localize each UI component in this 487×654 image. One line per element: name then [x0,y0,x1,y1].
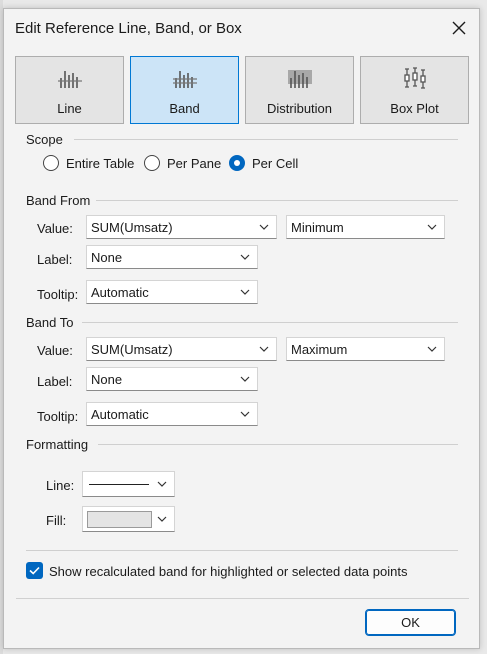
line-style-dropdown[interactable] [82,471,175,497]
type-distribution-button[interactable]: Distribution [245,56,354,124]
scope-per-cell-radio[interactable]: Per Cell [229,154,304,174]
ok-button[interactable]: OK [365,609,456,636]
band-to-divider [82,322,458,323]
scope-per-pane-label: Per Pane [167,156,222,171]
band-to-tooltip-text: Automatic [91,407,149,422]
radio-circle [144,155,160,171]
band-to-tooltip-dropdown[interactable]: Automatic [86,402,258,426]
line-style-preview [89,484,149,485]
footer-divider [16,598,469,599]
fill-color-dropdown[interactable] [82,506,175,532]
type-line-label: Line [57,101,82,116]
band-from-label-label: Label: [37,252,73,267]
title-bar: Edit Reference Line, Band, or Box [4,9,479,49]
dialog-title: Edit Reference Line, Band, or Box [15,20,242,37]
close-button[interactable] [447,16,471,40]
scope-entire-table-radio[interactable]: Entire Table [43,154,138,174]
band-to-aggregation-text: Maximum [291,342,348,357]
scope-divider [74,139,458,140]
chevron-down-icon [240,411,250,417]
chevron-down-icon [259,346,269,352]
band-from-value-dropdown[interactable]: SUM(Umsatz) [86,215,277,239]
band-to-label-text: None [91,372,123,387]
band-to-tooltip-label: Tooltip: [37,409,79,424]
band-from-aggregation-dropdown[interactable]: Minimum [286,215,445,239]
line-chart-icon [57,71,82,88]
formatting-title: Formatting [26,437,89,452]
chevron-down-icon [240,254,250,260]
band-to-value-text: SUM(Umsatz) [91,342,173,357]
chevron-down-icon [427,224,437,230]
box-plot-icon [403,67,426,89]
chevron-down-icon [240,289,250,295]
band-to-label-dropdown[interactable]: None [86,367,258,391]
band-from-label-text: None [91,250,123,265]
radio-circle [43,155,59,171]
band-from-divider [96,200,458,201]
band-to-value-dropdown[interactable]: SUM(Umsatz) [86,337,277,361]
distribution-chart-icon [287,70,312,88]
band-from-label-dropdown[interactable]: None [86,245,258,269]
chevron-down-icon [427,346,437,352]
type-line-button[interactable]: Line [15,56,124,124]
band-to-aggregation-dropdown[interactable]: Maximum [286,337,445,361]
chevron-down-icon [157,516,167,522]
show-recalculated-label: Show recalculated band for highlighted o… [49,564,408,579]
type-box-plot-label: Box Plot [390,101,439,116]
band-to-label-label: Label: [37,374,73,389]
band-from-tooltip-dropdown[interactable]: Automatic [86,280,258,304]
scope-entire-table-label: Entire Table [66,156,135,171]
band-from-value-label: Value: [37,221,73,236]
radio-circle-selected [229,155,245,171]
chevron-down-icon [259,224,269,230]
edit-reference-dialog: Edit Reference Line, Band, or Box Line B… [3,8,480,649]
type-distribution-label: Distribution [266,101,333,116]
type-box-plot-button[interactable]: Box Plot [360,56,469,124]
scope-per-cell-label: Per Cell [252,156,299,171]
checkmark-icon [29,566,40,575]
chevron-down-icon [157,481,167,487]
fill-color-label: Fill: [46,513,67,528]
type-band-label: Band [169,101,200,116]
band-from-value-text: SUM(Umsatz) [91,220,173,235]
band-from-tooltip-text: Automatic [91,285,149,300]
band-chart-icon [172,71,197,88]
formatting-divider [98,444,458,445]
band-from-aggregation-text: Minimum [291,220,344,235]
line-style-label: Line: [46,478,75,493]
fill-color-swatch [87,511,152,528]
band-to-title: Band To [26,315,74,330]
scope-per-pane-radio[interactable]: Per Pane [144,154,224,174]
chevron-down-icon [240,376,250,382]
scope-title: Scope [26,132,63,147]
close-icon [452,21,466,35]
formatting-bottom-divider [26,550,458,551]
band-from-title: Band From [26,193,91,208]
band-to-value-label: Value: [37,343,73,358]
type-band-button[interactable]: Band [130,56,239,124]
show-recalculated-checkbox[interactable] [26,562,43,579]
band-from-tooltip-label: Tooltip: [37,287,79,302]
